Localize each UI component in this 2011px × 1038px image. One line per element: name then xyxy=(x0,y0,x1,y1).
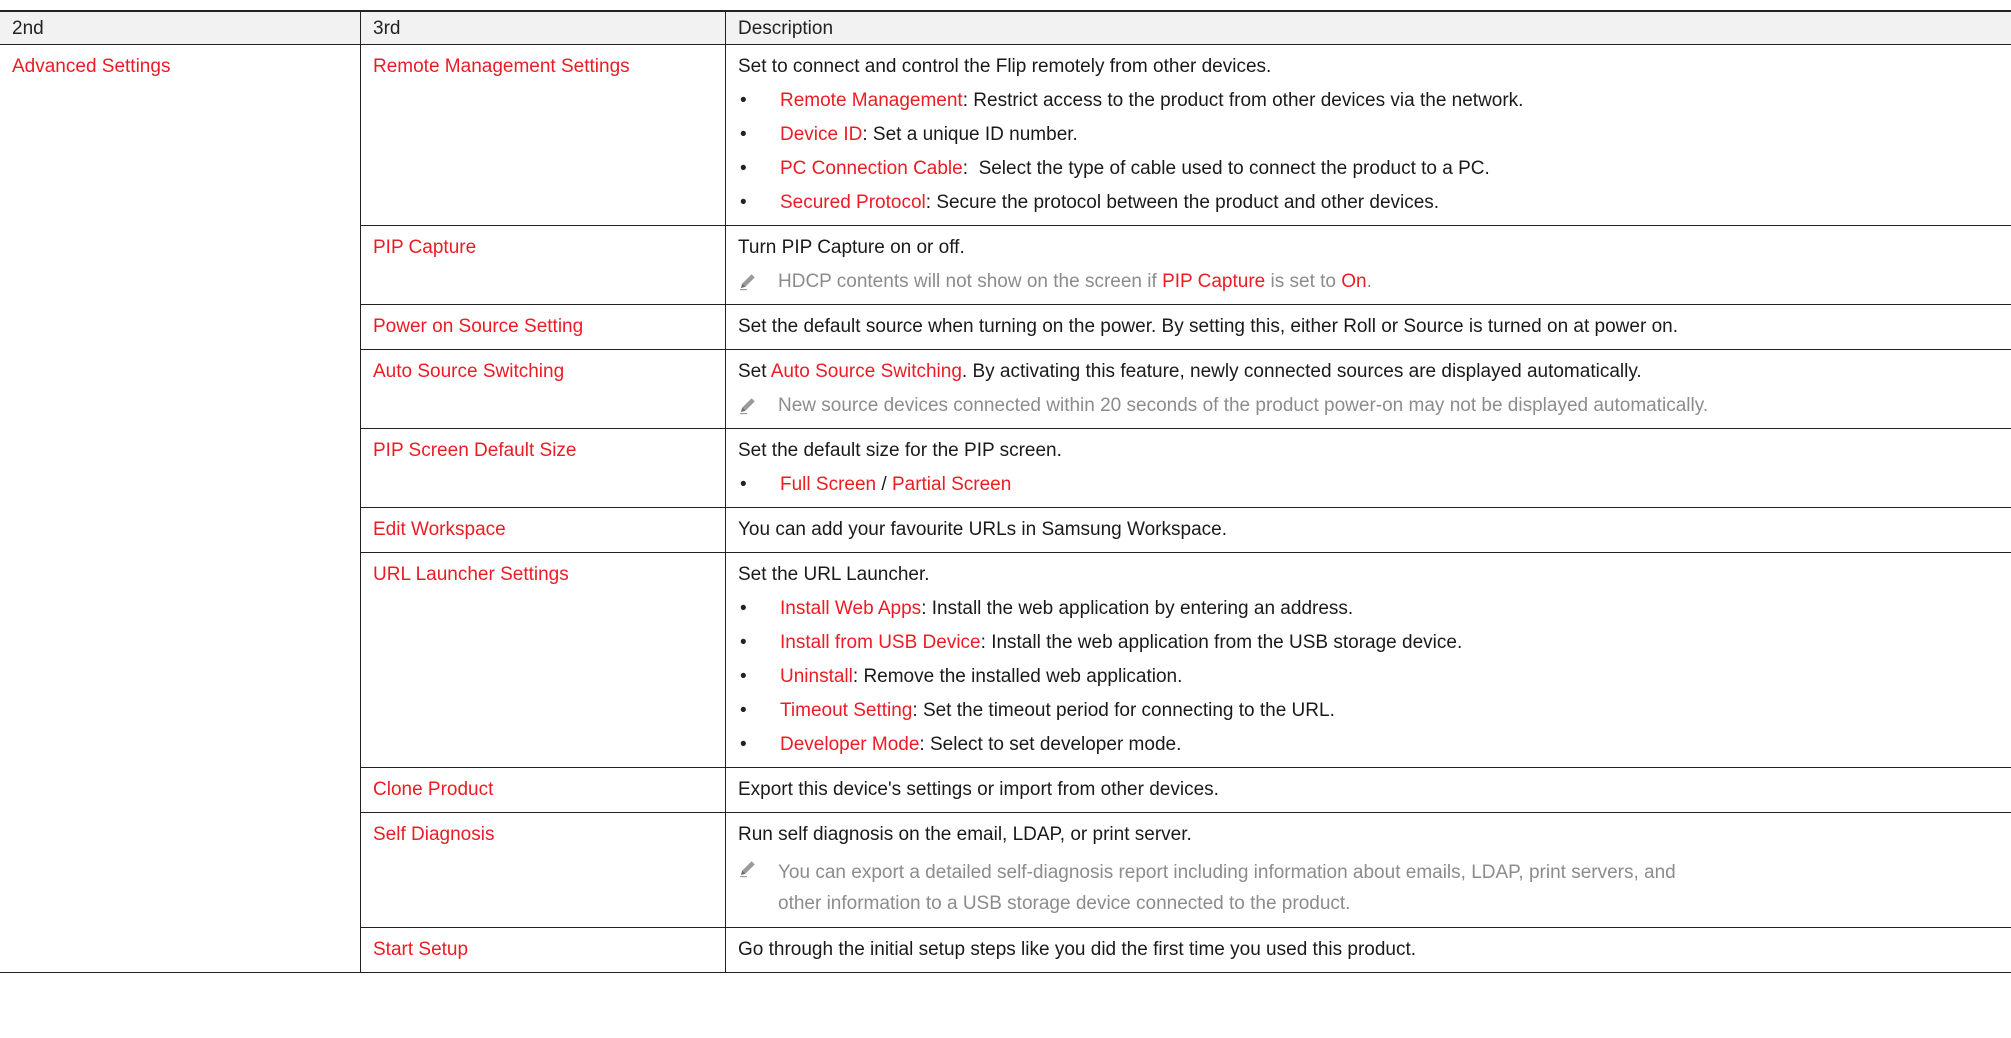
table-row: PIP Capture Turn PIP Capture on or off. … xyxy=(360,226,2011,305)
desc-cell: You can add your favourite URLs in Samsu… xyxy=(725,508,2011,552)
desc-cell: Go through the initial setup steps like … xyxy=(725,928,2011,972)
item-clone-product: Clone Product xyxy=(360,768,725,812)
desc-text: Set the URL Launcher. xyxy=(738,564,930,585)
settings-table: 2nd 3rd Description Advanced Settings Re… xyxy=(0,10,2011,973)
desc-text: Turn PIP Capture on or off. xyxy=(738,237,965,258)
bullet-item: • Full Screen / Partial Screen xyxy=(740,474,1012,495)
item-self-diagnosis: Self Diagnosis xyxy=(360,813,725,927)
bullet-text: Remove the installed web application. xyxy=(863,666,1183,687)
desc-text: Run self diagnosis on the email, LDAP, o… xyxy=(738,824,1192,845)
desc-cell: Set the default source when turning on t… xyxy=(725,305,2011,349)
bullet-term: Install Web Apps xyxy=(780,598,922,619)
bullet-dot: • xyxy=(740,666,747,687)
bullet-item: • Developer Mode: Select to set develope… xyxy=(740,734,1182,755)
item-pip-screen-default-size: PIP Screen Default Size xyxy=(360,429,725,507)
item-url-launcher-settings: URL Launcher Settings xyxy=(360,553,725,767)
bullet-text: Install the web application by entering … xyxy=(931,598,1354,619)
option-partial-screen: Partial Screen xyxy=(891,474,1012,495)
header-3rd: 3rd xyxy=(360,12,725,44)
bullet-term: Remote Management xyxy=(780,90,963,111)
bullet-text: Secure the protocol between the product … xyxy=(936,192,1440,213)
desc-cell: Set to connect and control the Flip remo… xyxy=(725,45,2011,225)
bullet-item: • Remote Management: Restrict access to … xyxy=(740,90,1524,111)
bullet-text: Install the web application from the USB… xyxy=(991,632,1463,653)
bullet-dot: • xyxy=(740,700,747,721)
bullet-term: PC Connection Cable xyxy=(780,158,963,179)
table-row: Clone Product Export this device's setti… xyxy=(360,768,2011,813)
bullet-item: • Uninstall: Remove the installed web ap… xyxy=(740,666,1183,687)
item-start-setup: Start Setup xyxy=(360,928,725,972)
table-row: PIP Screen Default Size Set the default … xyxy=(360,429,2011,508)
desc-cell: Turn PIP Capture on or off. HDCP content… xyxy=(725,226,2011,304)
note: You can export a detailed self-diagnosis… xyxy=(738,857,1999,927)
table-row: Power on Source Setting Set the default … xyxy=(360,305,2011,350)
desc-text: Set to connect and control the Flip remo… xyxy=(738,56,1272,77)
desc-text: Go through the initial setup steps like … xyxy=(738,939,1417,960)
bullet-text: Restrict access to the product from othe… xyxy=(973,90,1524,111)
second-level-advanced-settings: Advanced Settings xyxy=(12,56,171,77)
table-row: URL Launcher Settings Set the URL Launch… xyxy=(360,553,2011,768)
bullet-text: Select the type of cable used to connect… xyxy=(978,158,1490,179)
bullet-item: • PC Connection Cable: Select the type o… xyxy=(740,158,1490,179)
bullet-term: Secured Protocol xyxy=(780,192,926,213)
desc-cell: Set the default size for the PIP screen.… xyxy=(725,429,2011,507)
pencil-note-icon xyxy=(738,270,778,304)
desc-cell: Export this device's settings or import … xyxy=(725,768,2011,812)
note: New source devices connected within 20 s… xyxy=(738,394,1999,428)
bullet-dot: • xyxy=(740,632,747,653)
bullet-item: • Timeout Setting: Set the timeout perio… xyxy=(740,700,1335,721)
desc-text: You can add your favourite URLs in Samsu… xyxy=(738,519,1227,540)
bullet-item: • Install Web Apps: Install the web appl… xyxy=(740,598,1354,619)
bullet-dot: • xyxy=(740,158,747,179)
bullet-dot: • xyxy=(740,192,747,213)
bullet-item: • Install from USB Device: Install the w… xyxy=(740,632,1463,653)
header-description: Description xyxy=(725,12,2011,44)
bullet-text: Select to set developer mode. xyxy=(929,734,1182,755)
table-row: Self Diagnosis Run self diagnosis on the… xyxy=(360,813,2011,928)
item-auto-source-switching: Auto Source Switching xyxy=(360,350,725,428)
header-2nd: 2nd xyxy=(12,18,44,39)
table-header: 2nd 3rd Description xyxy=(0,12,2011,45)
bullet-dot: • xyxy=(740,90,747,111)
bullet-item: • Device ID: Set a unique ID number. xyxy=(740,124,1078,145)
option-full-screen: Full Screen xyxy=(780,474,877,495)
desc-text: Set the default source when turning on t… xyxy=(738,316,1678,337)
pencil-note-icon xyxy=(738,394,778,428)
pencil-note-icon xyxy=(738,857,778,919)
bullet-dot: • xyxy=(740,734,747,755)
item-remote-management-settings: Remote Management Settings xyxy=(360,45,725,225)
table-row: Remote Management Settings Set to connec… xyxy=(360,45,2011,226)
bullet-text: Set the timeout period for connecting to… xyxy=(922,700,1335,721)
desc-cell: Run self diagnosis on the email, LDAP, o… xyxy=(725,813,2011,927)
note: HDCP contents will not show on the scree… xyxy=(738,270,1999,304)
bullet-term: Install from USB Device xyxy=(780,632,981,653)
bullet-dot: • xyxy=(740,474,747,495)
desc-text: Set the default size for the PIP screen. xyxy=(738,440,1062,461)
bullet-item: • Secured Protocol: Secure the protocol … xyxy=(740,192,1440,213)
table-row: Start Setup Go through the initial setup… xyxy=(360,928,2011,972)
desc-text: Set Auto Source Switching. By activating… xyxy=(738,361,1642,382)
bullet-text: Set a unique ID number. xyxy=(872,124,1078,145)
item-edit-workspace: Edit Workspace xyxy=(360,508,725,552)
bullet-term: Developer Mode xyxy=(780,734,920,755)
table-row: Auto Source Switching Set Auto Source Sw… xyxy=(360,350,2011,429)
table-row: Edit Workspace You can add your favourit… xyxy=(360,508,2011,553)
desc-cell: Set the URL Launcher. • Install Web Apps… xyxy=(725,553,2011,767)
bullet-term: Uninstall xyxy=(780,666,853,687)
table-body: Advanced Settings Remote Management Sett… xyxy=(0,45,2011,973)
item-power-on-source-setting: Power on Source Setting xyxy=(360,305,725,349)
desc-text: Export this device's settings or import … xyxy=(738,779,1219,800)
bullet-dot: • xyxy=(740,124,747,145)
bullet-term: Device ID xyxy=(780,124,863,145)
bullet-term: Timeout Setting xyxy=(780,700,913,721)
item-pip-capture: PIP Capture xyxy=(360,226,725,304)
sub-rows: Remote Management Settings Set to connec… xyxy=(360,45,2011,972)
desc-cell: Set Auto Source Switching. By activating… xyxy=(725,350,2011,428)
bullet-dot: • xyxy=(740,598,747,619)
